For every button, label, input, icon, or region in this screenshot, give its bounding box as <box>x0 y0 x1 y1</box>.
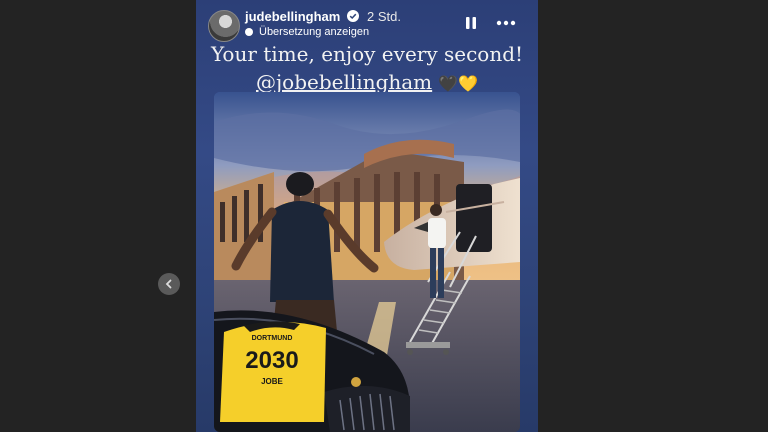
pause-icon[interactable] <box>464 16 478 30</box>
backdrop-right <box>538 0 768 432</box>
shirt-number: 2030 <box>245 347 298 374</box>
translate-label: Übersetzung anzeigen <box>259 26 370 38</box>
illustration-scene: DORTMUND 2030 JOBE <box>214 92 520 432</box>
avatar[interactable] <box>208 10 240 42</box>
backdrop-left <box>0 0 196 432</box>
more-options-icon[interactable] <box>496 16 516 30</box>
shirt-name: JOBE <box>261 377 283 386</box>
illustration: DORTMUND 2030 JOBE <box>214 92 520 432</box>
story-header: judebellingham 2 Std. Übersetzung anzeig… <box>208 8 526 42</box>
heart-emojis: 🖤💛 <box>438 74 478 93</box>
story-viewer[interactable]: judebellingham 2 Std. Übersetzung anzeig… <box>196 0 538 432</box>
translate-link[interactable]: Übersetzung anzeigen <box>245 26 369 38</box>
verified-badge-icon <box>347 10 359 22</box>
caption-text: Your time, enjoy every second! <box>210 42 524 66</box>
post-time: 2 Std. <box>367 9 401 24</box>
shirt-club: DORTMUND <box>252 335 293 342</box>
previous-story-button[interactable] <box>158 273 180 295</box>
story-caption: Your time, enjoy every second! @jobebell… <box>196 40 538 98</box>
translate-icon <box>245 28 253 36</box>
chevron-left-icon <box>165 279 172 289</box>
username[interactable]: judebellingham <box>245 9 340 24</box>
mention-link[interactable]: @jobebellingham <box>256 70 432 94</box>
